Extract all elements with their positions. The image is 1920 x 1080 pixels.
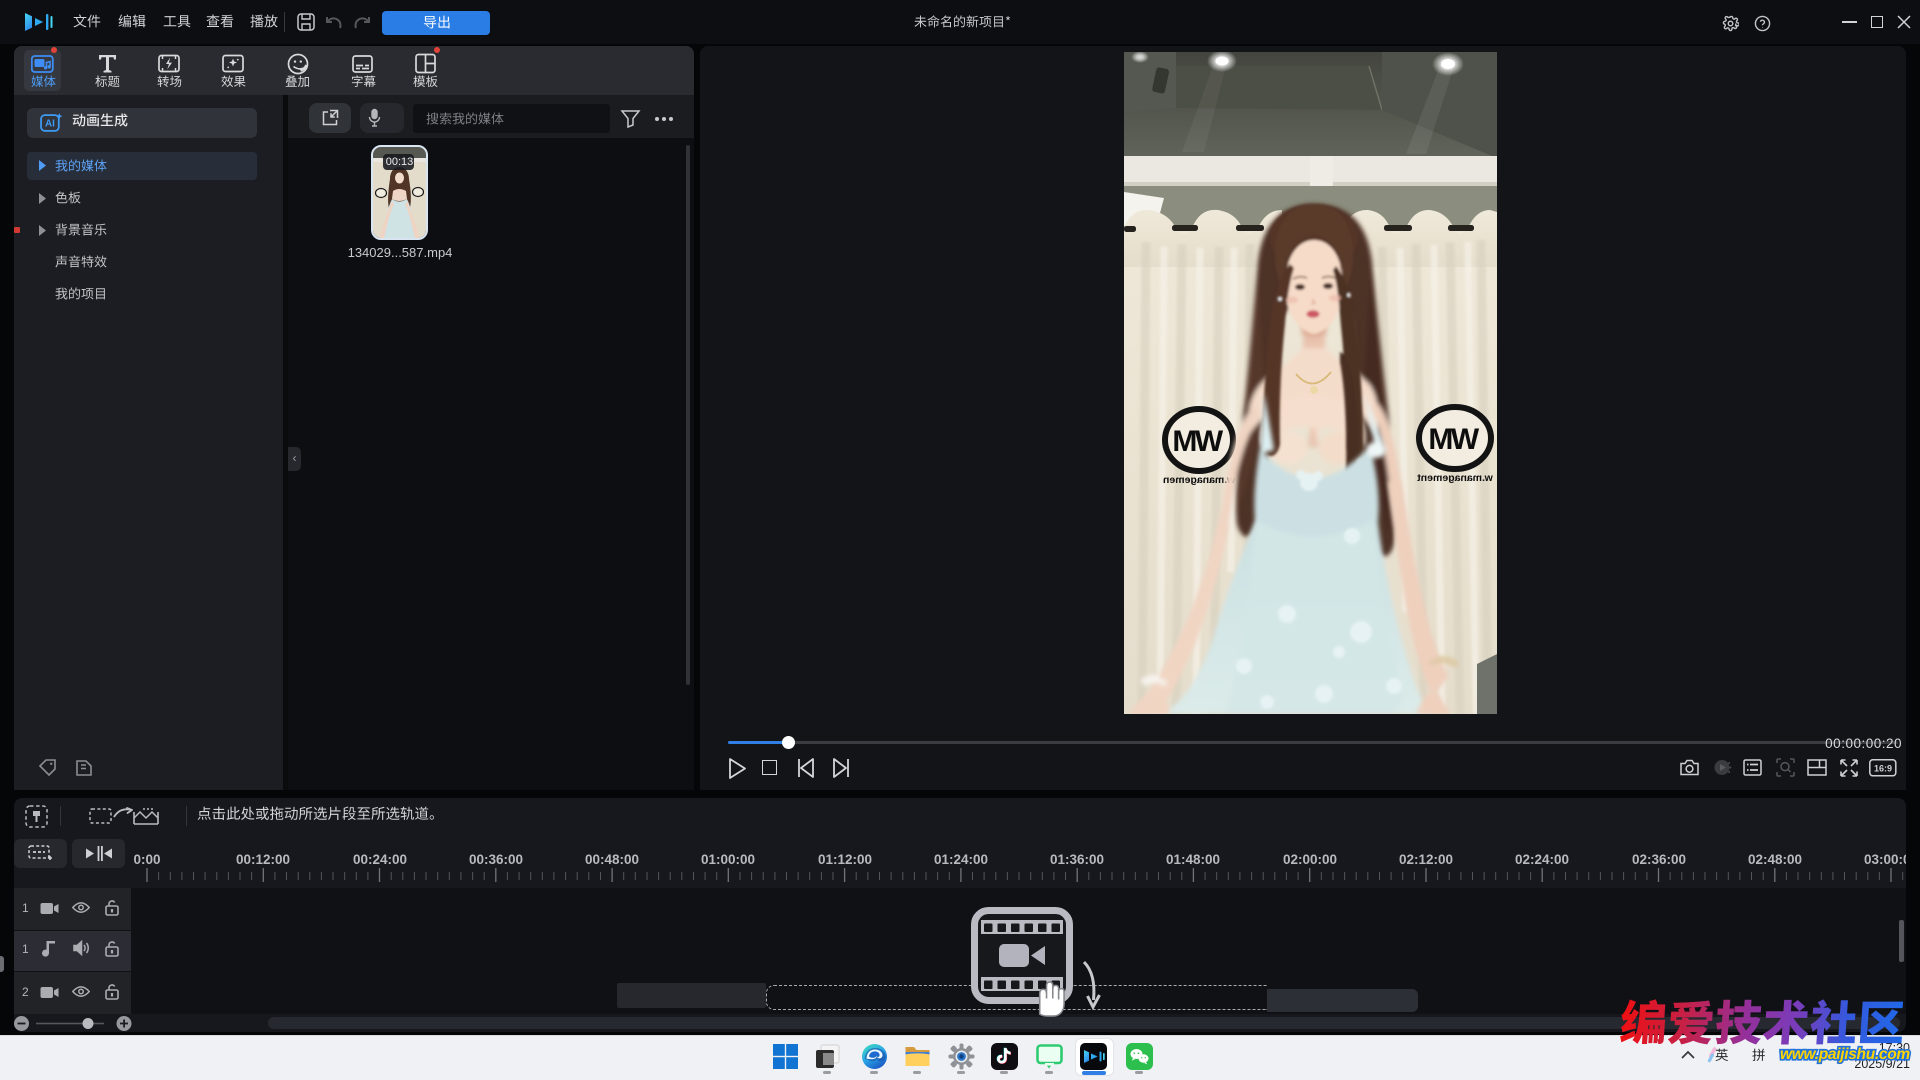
svg-text:AI: AI — [45, 119, 55, 130]
svg-text:w.management: w.management — [1417, 472, 1494, 484]
svg-text:w.managemen: w.managemen — [1163, 474, 1236, 486]
svg-text:WM: WM — [1430, 423, 1479, 456]
svg-text:WM: WM — [1174, 425, 1223, 458]
svg-text:16:9: 16:9 — [1874, 764, 1892, 774]
